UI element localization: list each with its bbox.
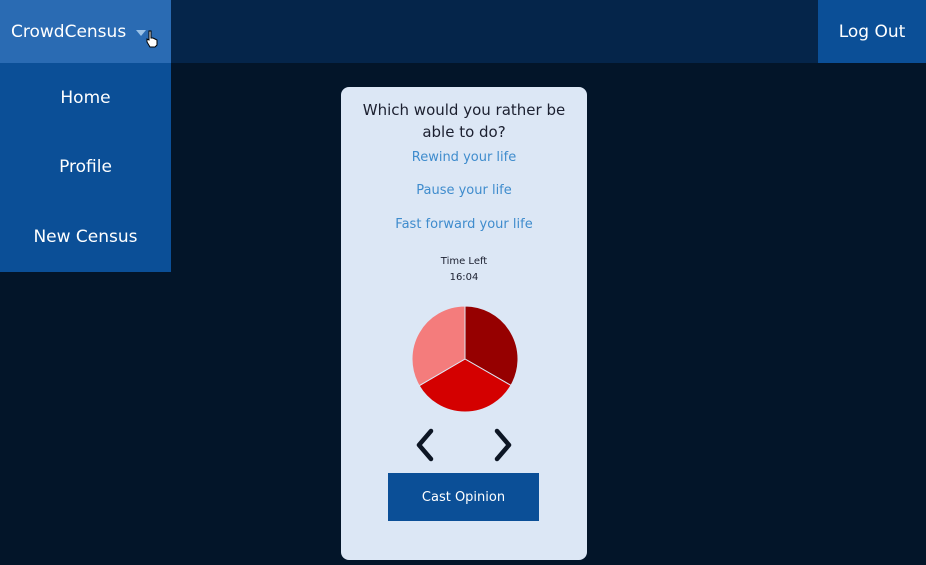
timer-value: 16:04: [449, 272, 479, 283]
poll-question: Which would you rather be able to do?: [362, 101, 566, 141]
chevron-left-icon[interactable]: [413, 427, 437, 463]
nav-dropdown-menu: Home Profile New Census: [0, 63, 171, 272]
menu-item-profile[interactable]: Profile: [0, 133, 171, 203]
cast-opinion-button[interactable]: Cast Opinion: [388, 473, 539, 521]
chevron-right-icon[interactable]: [491, 427, 515, 463]
pointer-cursor-icon: [145, 30, 159, 52]
menu-item-home[interactable]: Home: [0, 63, 171, 133]
poll-option-fast-forward[interactable]: Fast forward your life: [341, 217, 587, 232]
logout-button[interactable]: Log Out: [818, 0, 926, 63]
poll-card: Which would you rather be able to do? Re…: [341, 87, 587, 560]
menu-item-new-census[interactable]: New Census: [0, 202, 171, 272]
results-pie-chart: [411, 305, 519, 413]
poll-option-rewind[interactable]: Rewind your life: [341, 150, 587, 165]
brand-name: CrowdCensus: [11, 21, 127, 42]
timer-label: Time Left: [440, 256, 488, 267]
poll-option-pause[interactable]: Pause your life: [341, 183, 587, 198]
